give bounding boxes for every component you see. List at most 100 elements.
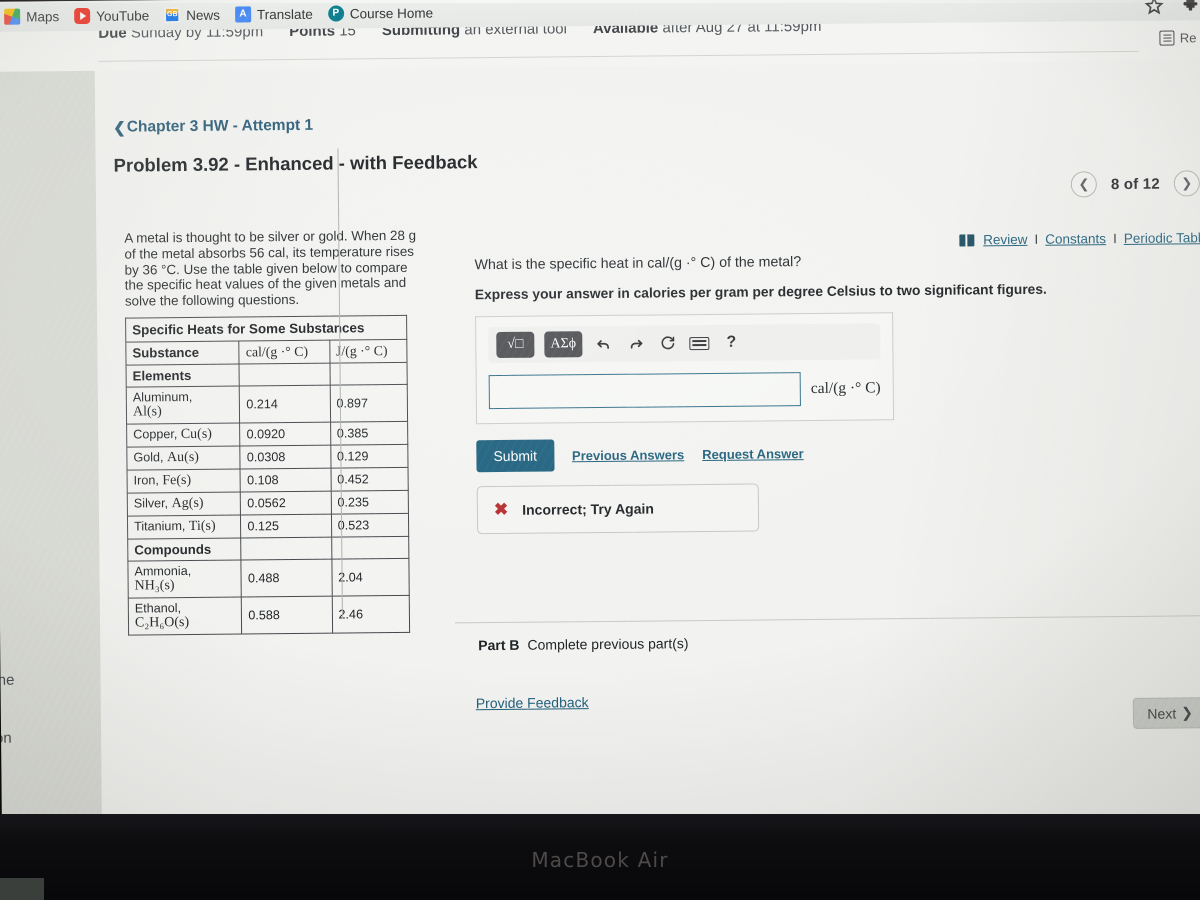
maps-icon <box>4 8 21 25</box>
previous-answers-link[interactable]: Previous Answers <box>572 447 684 463</box>
reset-circle-icon[interactable] <box>656 332 678 354</box>
bezel-highlight <box>0 0 1200 3</box>
submit-row: Submit Previous Answers Request Answer <box>476 434 1096 473</box>
part-b-label: Part B <box>478 636 520 654</box>
table-row: Ammonia, NH₃(s) 0.488 2.04 <box>127 558 410 599</box>
course-sidebar: nents ts ons ent ment ook g Online ninat… <box>0 31 102 832</box>
joule-value: 0.897 <box>329 384 408 423</box>
column-header-cal: cal/(g ·° C) <box>239 340 330 364</box>
substance-cell: Titanium, Ti(s) <box>127 514 242 540</box>
cal-value: 0.0308 <box>240 445 331 469</box>
browser-toolbar-right <box>1144 0 1200 21</box>
pager-label: 8 of 12 <box>1110 175 1160 193</box>
specific-heats-table: Specific Heats for Some Substances Subst… <box>125 314 411 636</box>
submit-button[interactable]: Submit <box>476 439 555 473</box>
problem-content-card: ❮ Chapter 3 HW - Attempt 1 Problem 3.92 … <box>94 52 1200 833</box>
link-separator: I <box>1112 231 1117 247</box>
answer-unit-label: cal/(g ·° C) <box>810 379 881 398</box>
cal-value: 0.0562 <box>240 491 332 515</box>
substance-formula: NH₃(s) <box>134 578 175 594</box>
table-caption: Specific Heats for Some Substances <box>125 315 407 343</box>
undo-arrow-icon[interactable] <box>592 333 614 355</box>
table-section-header: Elements <box>126 362 408 388</box>
cal-value: 0.0920 <box>239 422 331 446</box>
question-mark-icon[interactable]: ? <box>720 332 742 354</box>
bookmark-label: Translate <box>256 6 313 22</box>
empty-cell <box>239 363 330 386</box>
next-button[interactable]: Next ❯ <box>1133 697 1200 729</box>
table-row: Gold, Au(s) 0.0308 0.129 <box>126 444 409 471</box>
table-row: Aluminum, Al(s) 0.214 0.897 <box>126 384 408 425</box>
column-header-substance: Substance <box>125 340 240 366</box>
request-answer-link[interactable]: Request Answer <box>702 446 804 462</box>
page-title: Problem 3.92 - Enhanced - with Feedback <box>113 151 478 176</box>
bookmark-label: Maps <box>26 8 60 25</box>
bookmark-youtube[interactable]: YouTube <box>68 3 158 28</box>
substance-formula: Fe(s) <box>162 472 192 489</box>
laptop-screen: Maps YouTube News Translate Course Home <box>0 0 1200 834</box>
substance-formula: Cu(s) <box>180 426 212 443</box>
answer-entry-box: √□ ΑΣϕ ? cal/(g ·° C) <box>475 312 895 425</box>
pager-next-button[interactable]: ❯ <box>1173 170 1200 197</box>
bookmark-news[interactable]: News <box>158 3 229 28</box>
greek-symbols-button[interactable]: ΑΣϕ <box>544 331 583 358</box>
substance-cell: Ethanol, C₂H₆O(s) <box>128 596 243 636</box>
device-label: MacBook Air <box>531 848 669 872</box>
substance-name: Iron, <box>133 473 159 488</box>
assignment-right-action[interactable]: Re <box>1159 30 1197 46</box>
part-b-row[interactable]: Part B Complete previous part(s) <box>478 635 688 653</box>
math-template-button[interactable]: √□ <box>496 331 535 359</box>
periodic-table-link[interactable]: Periodic Table <box>1124 230 1200 246</box>
bookmark-translate[interactable]: Translate <box>229 2 322 27</box>
sidebar-item-6[interactable]: g Online <box>0 672 14 690</box>
problem-pager: ❮ 8 of 12 ❯ <box>1070 170 1200 198</box>
table-row: Iron, Fe(s) 0.108 0.452 <box>127 467 409 494</box>
pager-prev-button[interactable]: ❮ <box>1070 171 1098 198</box>
cal-value: 0.125 <box>240 514 332 538</box>
substance-name: Copper, <box>133 427 178 442</box>
divider <box>455 614 1200 624</box>
keyboard-icon[interactable] <box>688 332 710 354</box>
section-label-compounds: Compounds <box>127 537 242 562</box>
youtube-icon <box>74 7 91 25</box>
substance-cell: Aluminum, Al(s) <box>126 385 240 425</box>
next-label: Next <box>1147 705 1177 722</box>
google-news-icon <box>164 7 181 24</box>
constants-link[interactable]: Constants <box>1045 231 1106 247</box>
feedback-text: Incorrect; Try Again <box>522 500 654 518</box>
answer-input[interactable] <box>488 372 801 410</box>
chevron-right-icon: ❯ <box>1181 704 1193 721</box>
provide-feedback-link[interactable]: Provide Feedback <box>476 694 589 711</box>
redo-arrow-icon[interactable] <box>624 333 646 355</box>
table-row: Silver, Ag(s) 0.0562 0.235 <box>127 490 409 517</box>
substance-name: Silver, <box>133 496 169 511</box>
bookmark-maps[interactable]: Maps <box>0 4 68 29</box>
substance-formula: Au(s) <box>166 449 199 466</box>
part-a-instruction: Express your answer in calories per gram… <box>474 281 1047 303</box>
joule-value: 2.04 <box>331 558 410 597</box>
book-icon <box>959 233 975 247</box>
section-label-elements: Elements <box>126 363 240 388</box>
part-a-question: What is the specific heat in cal/(g ·° C… <box>474 254 802 274</box>
answer-input-row: cal/(g ·° C) <box>488 371 881 410</box>
sidebar-item-7[interactable]: nination <box>0 730 12 748</box>
breadcrumb[interactable]: ❮ Chapter 3 HW - Attempt 1 <box>113 117 313 137</box>
bookmark-course-home[interactable]: Course Home <box>322 1 443 26</box>
resource-links: Review I Constants I Periodic Table <box>959 230 1200 247</box>
bookmark-label: Course Home <box>349 5 434 21</box>
substance-name: Titanium, <box>134 518 186 534</box>
chevron-left-icon: ❮ <box>113 119 126 137</box>
review-link[interactable]: Review <box>983 232 1027 247</box>
chevron-left-icon: ❮ <box>1078 176 1090 192</box>
answer-column: What is the specific heat in cal/(g ·° C… <box>474 251 1098 535</box>
divider <box>98 50 1139 62</box>
math-toolbar: √□ ΑΣϕ ? <box>488 323 881 364</box>
empty-cell <box>329 362 408 386</box>
empty-cell <box>241 537 332 560</box>
part-b-status: Complete previous part(s) <box>527 635 689 653</box>
assignment-right-label: Re <box>1179 30 1197 46</box>
joule-value: 0.235 <box>330 490 409 515</box>
feedback-banner: ✖ Incorrect; Try Again <box>476 483 760 535</box>
substance-name: Aluminum, <box>132 389 193 405</box>
empty-cell <box>331 536 409 560</box>
